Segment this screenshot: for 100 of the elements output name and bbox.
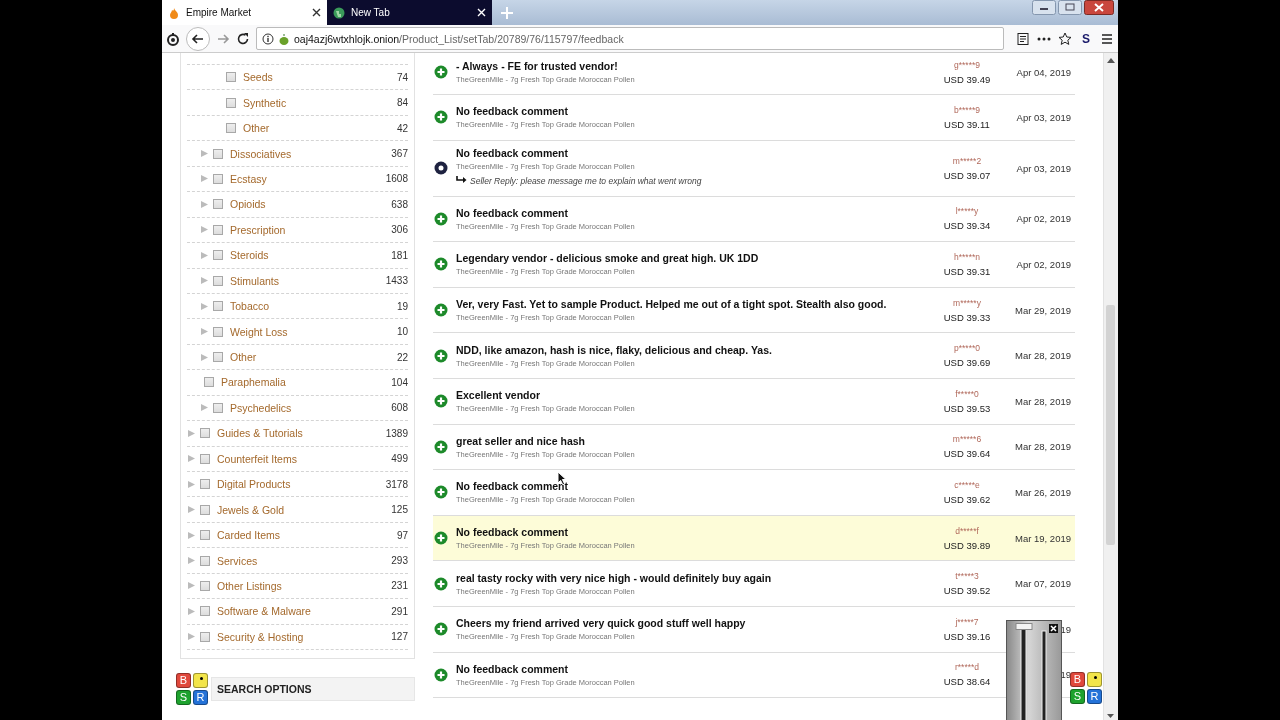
category-link[interactable]: Other Listings <box>217 579 392 592</box>
category-row[interactable]: Jewels & Gold 125 <box>187 497 408 523</box>
checkbox[interactable] <box>213 250 223 261</box>
category-row[interactable]: Other Listings 231 <box>187 573 408 600</box>
address-field[interactable]: oaj4azj6wtxhlojk.onion/Product_List/setTab/20789/76/115797/feedback <box>256 27 1004 50</box>
checkbox[interactable] <box>213 173 223 184</box>
reload-icon[interactable] <box>236 31 250 46</box>
expand-arrow-icon[interactable] <box>200 352 209 362</box>
checkbox[interactable] <box>226 97 236 108</box>
checkbox[interactable] <box>213 199 223 210</box>
checkbox[interactable] <box>213 326 223 337</box>
expand-arrow-icon[interactable] <box>187 428 196 438</box>
back-icon[interactable] <box>186 26 210 51</box>
category-row[interactable]: Prescription 306 <box>187 217 408 244</box>
checkbox[interactable] <box>213 301 223 312</box>
category-row[interactable]: Paraphemalia 104 <box>187 370 408 396</box>
category-link[interactable]: Steroids <box>230 249 392 262</box>
category-row[interactable]: Synthetic 84 <box>187 90 408 116</box>
category-row[interactable]: Psychedelics 608 <box>187 395 408 422</box>
checkbox[interactable] <box>213 352 223 363</box>
letter-tile[interactable]: B <box>1070 672 1085 687</box>
checkbox[interactable] <box>226 123 236 134</box>
checkbox[interactable] <box>200 504 210 515</box>
category-link[interactable]: Stimulants <box>230 274 386 287</box>
expand-arrow-icon[interactable] <box>200 276 209 286</box>
category-link[interactable]: Software & Malware <box>217 605 392 618</box>
category-row[interactable]: Seeds 74 <box>187 65 408 91</box>
checkbox[interactable] <box>200 580 210 591</box>
category-link[interactable]: Psychedelics <box>230 401 392 414</box>
category-link[interactable]: Carded Items <box>217 529 397 542</box>
expand-arrow-icon[interactable] <box>200 225 209 235</box>
category-link[interactable]: Guides & Tutorials <box>217 427 386 440</box>
category-row[interactable]: Security & Hosting 127 <box>187 624 408 651</box>
checkbox[interactable] <box>213 224 223 235</box>
checkbox[interactable] <box>213 148 223 159</box>
expand-arrow-icon[interactable] <box>200 403 209 413</box>
new-tab-icon[interactable] <box>500 5 514 20</box>
expand-arrow-icon[interactable] <box>187 606 196 616</box>
category-link[interactable]: Weight Loss <box>230 325 397 338</box>
checkbox[interactable] <box>200 428 210 439</box>
close-icon[interactable] <box>312 8 321 17</box>
category-row[interactable]: Other 42 <box>187 115 408 142</box>
dot-tile-icon[interactable] <box>193 673 208 689</box>
expand-arrow-icon[interactable] <box>200 174 209 184</box>
reader-icon[interactable] <box>1016 31 1030 46</box>
expand-arrow-icon[interactable] <box>200 250 209 260</box>
checkbox[interactable] <box>200 530 210 541</box>
expand-arrow-icon[interactable] <box>187 632 196 642</box>
category-link[interactable]: Digital Products <box>217 478 386 491</box>
close-icon[interactable] <box>1084 0 1114 15</box>
category-row[interactable]: Opioids 638 <box>187 192 408 218</box>
category-row[interactable]: Stimulants 1433 <box>187 268 408 294</box>
category-link[interactable]: Other <box>230 351 397 364</box>
letter-tile[interactable]: R <box>1087 689 1102 704</box>
category-row[interactable]: Tobacco 19 <box>187 293 408 320</box>
checkbox[interactable] <box>213 402 223 413</box>
category-link[interactable]: Opioids <box>230 198 392 211</box>
expand-arrow-icon[interactable] <box>200 149 209 159</box>
letter-tile[interactable]: R <box>193 690 208 706</box>
letter-tile[interactable]: S <box>1070 689 1085 704</box>
category-link[interactable]: Security & Hosting <box>217 630 392 643</box>
category-link[interactable]: Counterfeit Items <box>217 452 392 465</box>
category-link[interactable]: Prescription <box>230 223 392 236</box>
category-row[interactable]: Guides & Tutorials 1389 <box>187 421 408 447</box>
checkbox[interactable] <box>226 72 236 83</box>
expand-arrow-icon[interactable] <box>187 454 196 464</box>
category-link[interactable]: Services <box>217 554 392 567</box>
expand-arrow-icon[interactable] <box>200 301 209 311</box>
scroll-down-icon[interactable] <box>1107 714 1114 718</box>
letter-tile[interactable]: B <box>176 673 191 689</box>
scrollbar-thumb[interactable] <box>1106 305 1115 545</box>
star-icon[interactable] <box>1058 31 1072 46</box>
category-row[interactable]: Weight Loss 10 <box>187 319 408 345</box>
category-row[interactable]: Digital Products 3178 <box>187 472 408 498</box>
browser-tab[interactable]: Empire Market <box>162 0 327 25</box>
expand-arrow-icon[interactable] <box>200 327 209 337</box>
checkbox[interactable] <box>213 275 223 286</box>
category-row[interactable]: Steroids 181 <box>187 243 408 269</box>
category-link[interactable]: Synthetic <box>243 96 397 109</box>
expand-arrow-icon[interactable] <box>187 556 196 566</box>
category-link[interactable]: Dissociatives <box>230 147 392 160</box>
category-row[interactable]: Dissociatives 367 <box>187 141 408 167</box>
onion-icon[interactable] <box>166 31 180 46</box>
minimize-icon[interactable] <box>1032 0 1056 15</box>
checkbox[interactable] <box>200 479 210 490</box>
category-row[interactable]: Services 293 <box>187 548 408 574</box>
expand-arrow-icon[interactable] <box>187 581 196 591</box>
category-link[interactable]: Ecstasy <box>230 172 386 185</box>
menu-icon[interactable] <box>1100 31 1114 46</box>
info-icon[interactable] <box>262 32 274 45</box>
category-row[interactable]: Software & Malware 291 <box>187 599 408 625</box>
category-link[interactable]: Paraphemalia <box>221 376 392 389</box>
checkbox[interactable] <box>200 606 210 617</box>
checkbox[interactable] <box>200 453 210 464</box>
scroll-up-icon[interactable] <box>1107 58 1115 63</box>
checkbox[interactable] <box>200 555 210 566</box>
expand-arrow-icon[interactable] <box>187 505 196 515</box>
expand-arrow-icon[interactable] <box>187 530 196 540</box>
dot-tile-icon[interactable] <box>1087 672 1102 687</box>
category-row[interactable]: Ecstasy 1608 <box>187 166 408 193</box>
